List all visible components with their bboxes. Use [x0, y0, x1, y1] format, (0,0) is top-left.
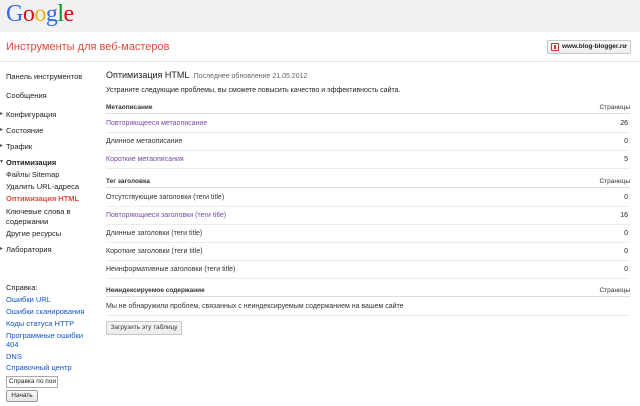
page-count: 5 [624, 156, 628, 163]
help-link-dns[interactable]: DNS [6, 352, 22, 361]
section-label: Тег заголовка [106, 178, 150, 185]
chevron-down-icon: ▾ [623, 44, 627, 50]
help-title: Справка: [6, 283, 38, 292]
logo-letter: e [63, 1, 75, 27]
sidebar-item-labs[interactable]: Лаборатория [0, 245, 52, 254]
help-link-help-center[interactable]: Справочный центр [6, 363, 72, 372]
issue-link[interactable]: Повторяющееся метаописание [106, 120, 207, 127]
column-header-pages: Страницы [599, 287, 630, 294]
site-selector[interactable]: www.blog-blogger.ru ▾ [547, 40, 631, 54]
help-link-crawl-errors[interactable]: Ошибки сканирования [6, 307, 84, 316]
download-table-button[interactable]: Загрузить эту таблицу [106, 321, 182, 335]
sidebar-item-traffic[interactable]: Трафик [0, 142, 32, 151]
sidebar-item-sitemaps[interactable]: Файлы Sitemap [6, 170, 59, 179]
column-header-pages: Страницы [599, 104, 630, 111]
table-row: Повторяющееся метаописание 26 [106, 115, 630, 133]
help-link-soft-404-line2[interactable]: 404 [6, 340, 19, 349]
page-count: 0 [624, 230, 628, 237]
table-row: Короткие заголовки (теги title) 0 [106, 243, 630, 261]
sidebar-item-content-keywords[interactable]: Ключевые слова в [6, 207, 70, 216]
help-link-url-errors[interactable]: Ошибки URL [6, 295, 51, 304]
column-header-pages: Страницы [599, 178, 630, 185]
section-header-non-indexable: Неиндексируемое содержание Страницы [106, 285, 630, 297]
site-selector-label: www.blog-blogger.ru [562, 43, 627, 50]
sidebar-item-messages[interactable]: Сообщения [6, 91, 47, 100]
table-row: Длинные заголовки (теги title) 0 [106, 225, 630, 243]
app-title[interactable]: Инструменты для веб-мастеров [6, 41, 169, 53]
sidebar-item-dashboard[interactable]: Панель инструментов [6, 72, 82, 81]
site-favicon-icon [551, 43, 559, 51]
page-count: 16 [620, 212, 628, 219]
section-label: Метаописание [106, 104, 153, 111]
sidebar-item-content-keywords-line2[interactable]: содержании [6, 217, 48, 226]
section-header-title-tag: Тег заголовка Страницы [106, 176, 630, 188]
issue-label: Длинные заголовки (теги title) [106, 230, 203, 237]
sidebar-item-html-improvements[interactable]: Оптимизация HTML [6, 194, 79, 203]
issue-label: Неинформативные заголовки (теги title) [106, 266, 236, 273]
page-title-text: Оптимизация HTML [106, 70, 190, 80]
table-row: Длинное метаописание 0 [106, 133, 630, 151]
logo-letter: g [45, 1, 58, 27]
table-row: Неинформативные заголовки (теги title) 0 [106, 261, 630, 279]
help-link-http-codes[interactable]: Коды статуса HTTP [6, 319, 74, 328]
sidebar-item-optimization[interactable]: Оптимизация [0, 158, 56, 167]
help-search-input[interactable]: Справка по пои [6, 376, 58, 388]
sidebar-item-remove-urls[interactable]: Удалить URL-адреса [6, 182, 79, 191]
help-search-button[interactable]: Начать [6, 390, 38, 402]
top-bar: Google [0, 0, 640, 32]
intro-text: Устраните следующие проблемы, вы сможете… [106, 87, 401, 94]
issue-link[interactable]: Короткие метаописания [106, 156, 184, 163]
section-label: Неиндексируемое содержание [106, 287, 205, 294]
issue-label: Длинное метаописание [106, 138, 183, 145]
no-issues-message: Мы не обнаружили проблем, связанных с не… [106, 303, 404, 310]
page-count: 0 [624, 138, 628, 145]
table-row: Повторяющиеся заголовки (теги title) 16 [106, 207, 630, 225]
sidebar-item-other-resources[interactable]: Другие ресурсы [6, 229, 61, 238]
table-row: Короткие метаописания 5 [106, 151, 630, 169]
logo-letter: o [22, 1, 35, 27]
section-header-meta-description: Метаописание Страницы [106, 102, 630, 114]
issue-link[interactable]: Повторяющиеся заголовки (теги title) [106, 212, 226, 219]
issue-label: Отсутствующие заголовки (теги title) [106, 194, 225, 201]
google-logo[interactable]: Google [6, 1, 74, 27]
page-count: 0 [624, 248, 628, 255]
sidebar-item-configuration[interactable]: Конфигурация [0, 110, 56, 119]
page-count: 0 [624, 266, 628, 273]
page-count: 26 [620, 120, 628, 127]
page-title: Оптимизация HTML Последнее обновление 21… [106, 70, 307, 80]
sidebar-item-health[interactable]: Состояние [0, 126, 43, 135]
logo-letter: G [6, 1, 23, 27]
help-link-soft-404[interactable]: Программные ошибки [6, 331, 83, 340]
table-row: Мы не обнаружили проблем, связанных с не… [106, 298, 630, 316]
logo-letter: o [34, 1, 46, 27]
last-updated: Последнее обновление 21.05.2012 [193, 73, 308, 80]
app-header: Инструменты для веб-мастеров www.blog-bl… [0, 32, 640, 62]
table-row: Отсутствующие заголовки (теги title) 0 [106, 189, 630, 207]
issue-label: Короткие заголовки (теги title) [106, 248, 203, 255]
page-count: 0 [624, 194, 628, 201]
